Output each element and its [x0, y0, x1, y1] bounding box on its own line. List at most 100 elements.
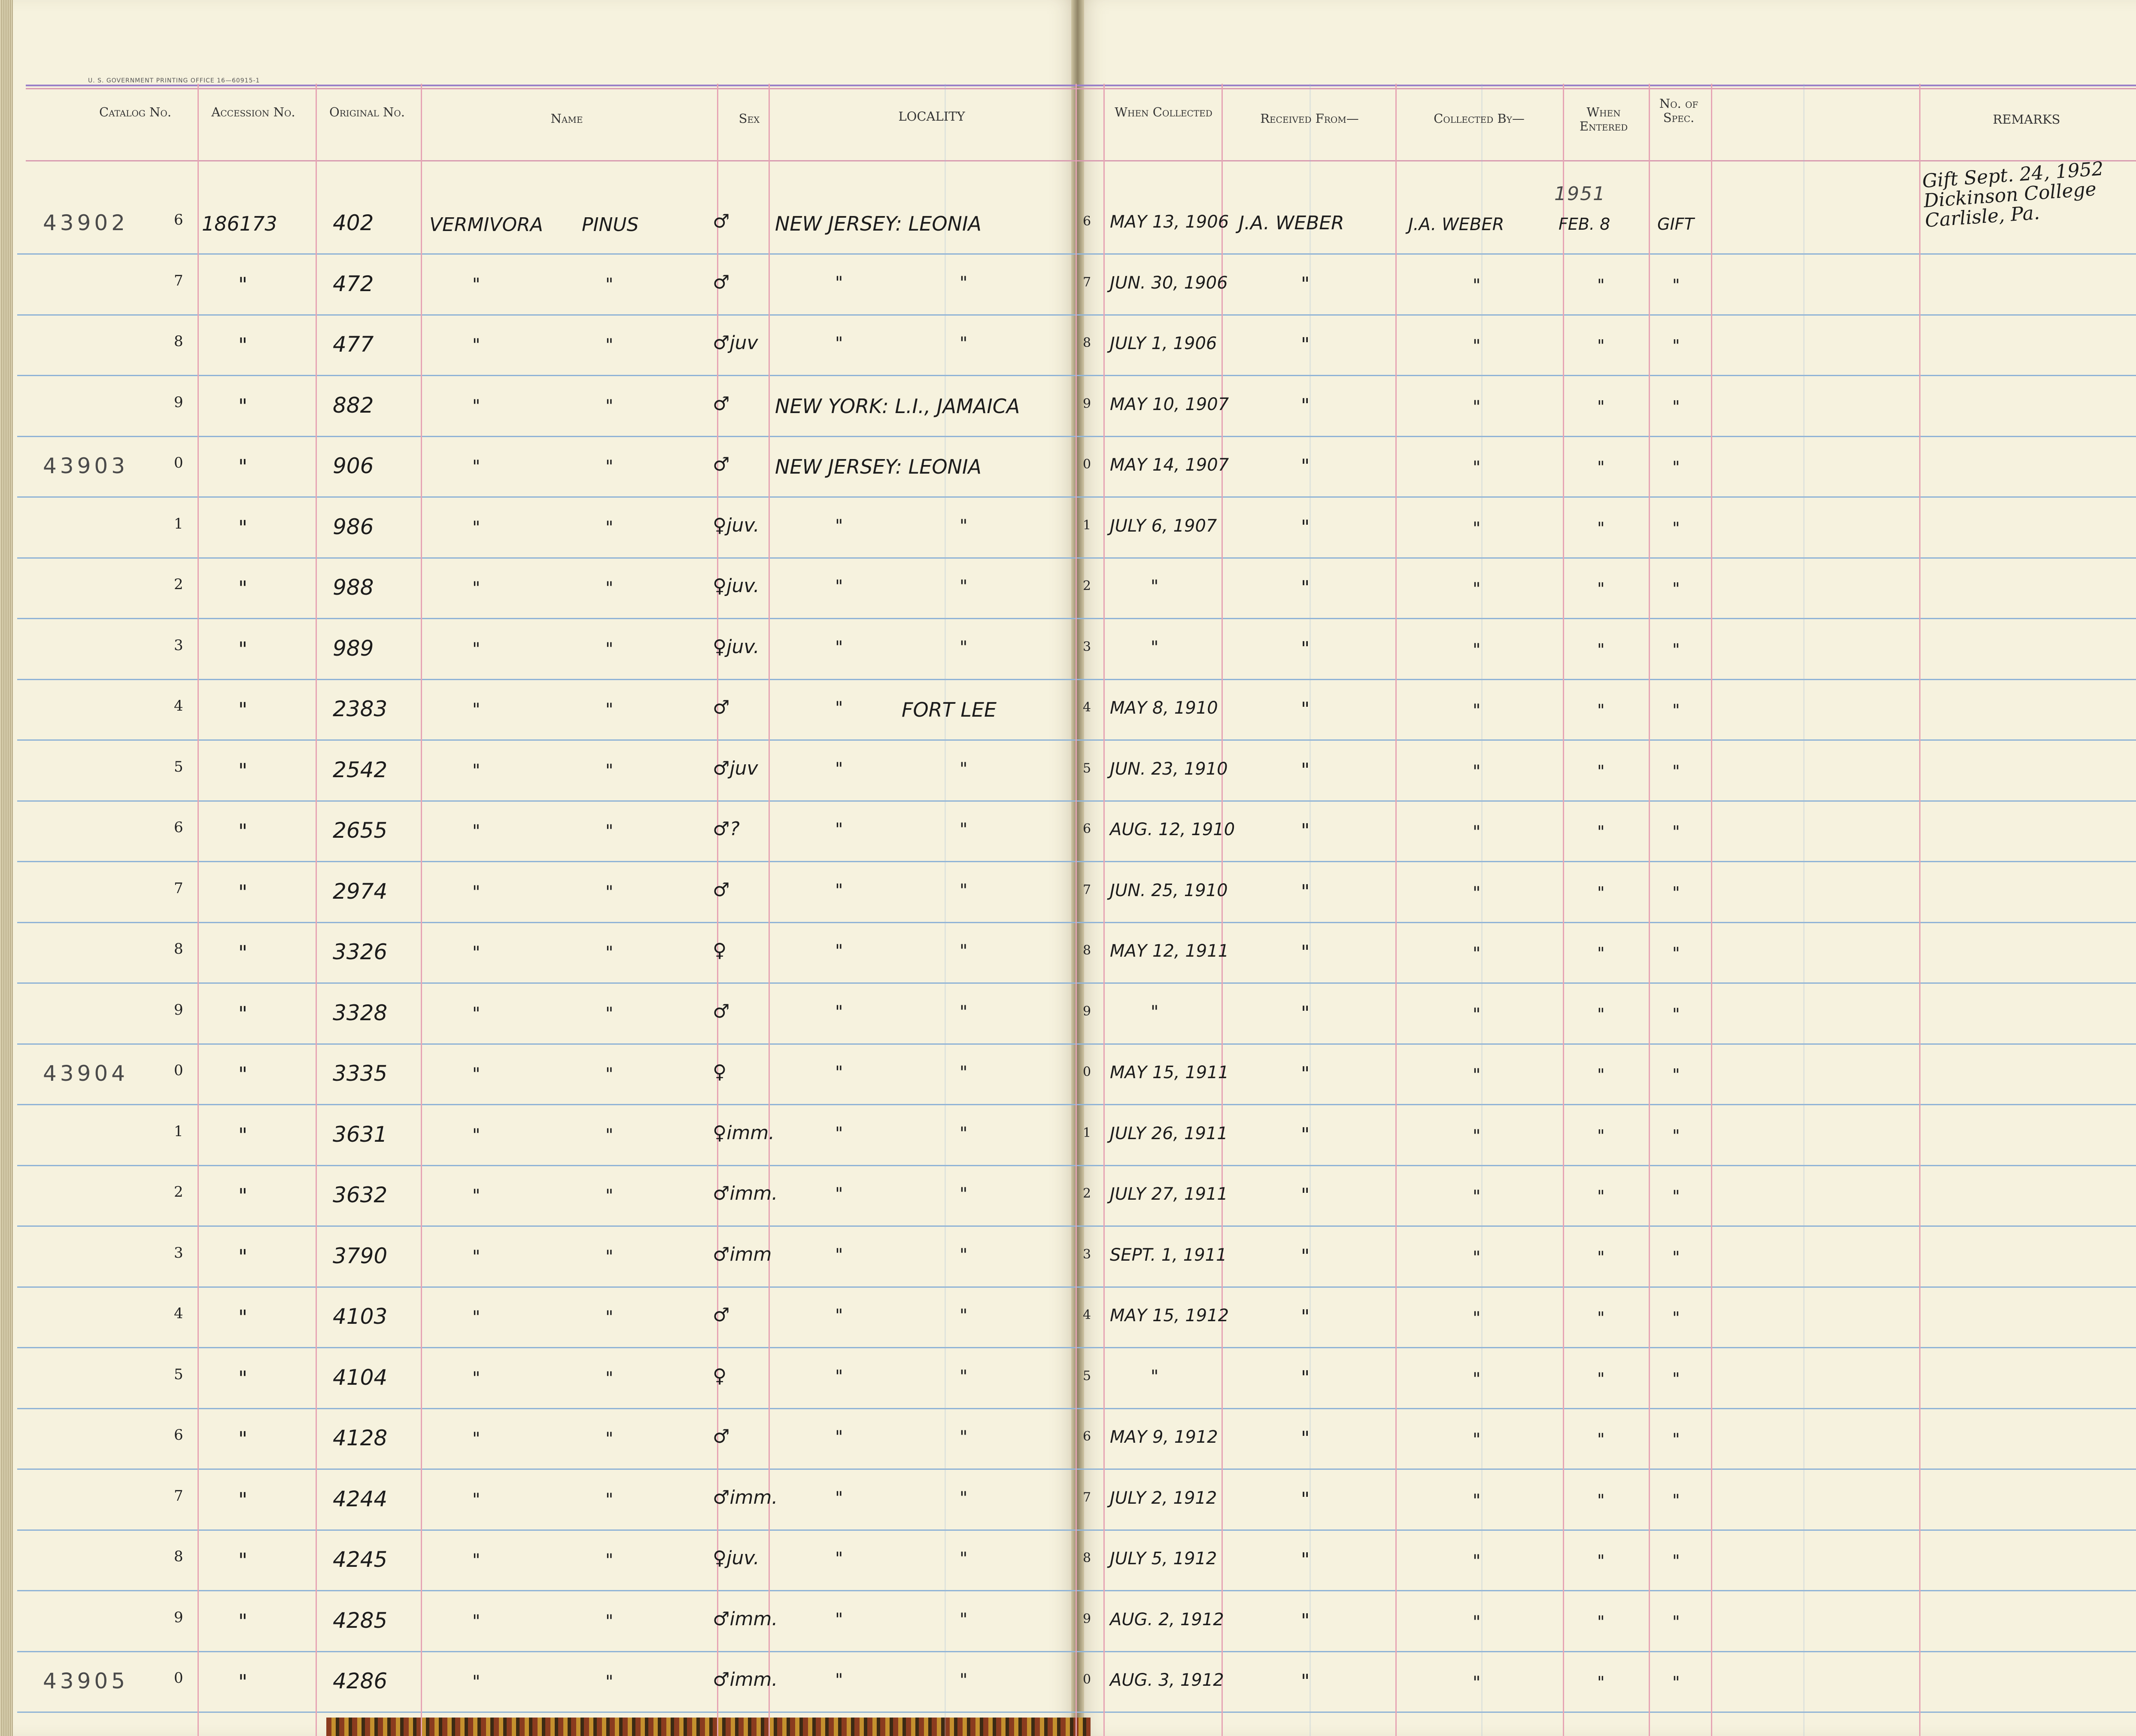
sex-value: ♂imm.	[713, 1669, 778, 1690]
column-rule	[1076, 84, 1077, 1736]
locality-state: "	[835, 1306, 843, 1326]
catalog-digit: 8	[174, 333, 183, 350]
locality-state: "	[835, 941, 843, 961]
accession-number: "	[238, 1427, 248, 1450]
header-locality: LOCALITY	[898, 109, 965, 124]
header-when-collected: When Collected	[1115, 105, 1212, 119]
header-remarks: REMARKS	[1993, 112, 2060, 127]
original-number: 988	[333, 575, 374, 600]
locality-digit: 2	[1083, 1186, 1091, 1201]
name-species: "	[605, 700, 614, 720]
sex-value: ♂imm.	[713, 1487, 778, 1508]
locality-state: "	[835, 759, 843, 779]
column-rule	[1711, 84, 1712, 1736]
original-number: 4286	[333, 1669, 388, 1693]
locality-digit: 7	[1083, 1490, 1091, 1505]
when-entered: "	[1597, 701, 1605, 720]
when-entered: "	[1597, 1187, 1605, 1206]
original-number: 3335	[333, 1061, 388, 1086]
number-of-specimens: "	[1672, 276, 1680, 295]
column-rule	[197, 84, 199, 1736]
name-species: "	[605, 396, 614, 416]
when-entered: "	[1597, 1005, 1605, 1024]
catalog-base-number: 43904	[43, 1061, 129, 1086]
catalog-base-number: 43905	[43, 1669, 129, 1693]
name-species: pinus	[582, 214, 639, 236]
sex-value: ♀juv.	[713, 575, 760, 597]
original-number: 989	[333, 636, 374, 661]
locality-place: "	[960, 638, 968, 657]
locality-place: "	[960, 273, 968, 293]
sex-value: ♀	[713, 939, 727, 961]
locality-state: "	[835, 1184, 843, 1204]
name-genus: "	[472, 275, 480, 295]
catalog-digit: 4	[174, 1305, 183, 1322]
collected-by: "	[1473, 1369, 1481, 1389]
locality-state: "	[835, 273, 843, 293]
locality-digit: 5	[1083, 761, 1091, 776]
when-collected: "	[1151, 577, 1159, 596]
locality-state: New Jersey: Leonia	[775, 212, 982, 235]
received-from: "	[1301, 1184, 1310, 1206]
catalog-digit: 6	[174, 819, 183, 836]
locality-place: "	[960, 820, 968, 839]
when-entered: "	[1597, 579, 1605, 598]
name-genus: "	[472, 761, 480, 781]
name-species: "	[605, 1672, 614, 1692]
collected-by: "	[1473, 579, 1481, 599]
sex-value: ♂	[713, 1304, 730, 1326]
right-ledger-page	[1078, 0, 2136, 1736]
when-entered: "	[1597, 397, 1605, 416]
name-genus: "	[472, 943, 480, 963]
remarks-note: Gift Sept. 24, 1952 Dickinson College Ca…	[1921, 158, 2107, 232]
locality-place: "	[960, 1549, 968, 1569]
book-page-edges	[0, 0, 15, 1736]
original-number: 882	[333, 393, 374, 418]
locality-state: "	[835, 577, 843, 596]
column-rule	[421, 84, 422, 1736]
number-of-specimens: "	[1672, 640, 1680, 659]
catalog-digit: 1	[174, 1123, 183, 1140]
received-from: "	[1301, 638, 1310, 660]
sex-value: ♀	[713, 1061, 727, 1083]
locality-state: New York: L.I., Jamaica	[775, 395, 1020, 418]
collected-by: "	[1473, 883, 1481, 903]
received-from: "	[1301, 1306, 1310, 1328]
original-number: 906	[333, 453, 374, 478]
original-number: 2974	[333, 879, 388, 904]
accession-number: "	[238, 941, 248, 964]
locality-digit: 6	[1083, 821, 1091, 836]
number-of-specimens: "	[1672, 519, 1680, 538]
accession-number: "	[238, 1488, 248, 1511]
column-rule	[316, 84, 317, 1736]
name-genus: "	[472, 1611, 480, 1631]
locality-digit: 8	[1083, 943, 1091, 958]
catalog-digit: 7	[174, 880, 183, 897]
sex-value: ♂	[713, 453, 730, 475]
header-catalog-no: Catalog No.	[99, 105, 172, 119]
number-of-specimens: "	[1672, 1248, 1680, 1267]
accession-number: "	[238, 1245, 248, 1268]
received-from: "	[1301, 1367, 1310, 1389]
locality-place: "	[960, 1610, 968, 1630]
number-of-specimens: "	[1672, 336, 1680, 355]
when-collected: "	[1151, 1002, 1159, 1022]
number-of-specimens: "	[1672, 579, 1680, 598]
accession-number: 186173	[202, 212, 277, 235]
top-rule	[26, 85, 2136, 86]
name-species: "	[605, 821, 614, 841]
accession-number: "	[238, 516, 248, 539]
locality-place: "	[960, 941, 968, 961]
name-species: "	[605, 1307, 614, 1327]
accession-number: "	[238, 881, 248, 904]
name-genus: "	[472, 639, 480, 659]
name-genus: "	[472, 882, 480, 902]
number-of-specimens: "	[1672, 944, 1680, 963]
collected-by: "	[1473, 1187, 1481, 1207]
received-from: "	[1301, 1124, 1310, 1146]
catalog-digit: 6	[174, 211, 183, 228]
name-genus: "	[472, 1429, 480, 1449]
locality-place: "	[960, 759, 968, 779]
when-collected: July 26, 1911	[1110, 1124, 1228, 1143]
received-from: "	[1301, 273, 1310, 295]
